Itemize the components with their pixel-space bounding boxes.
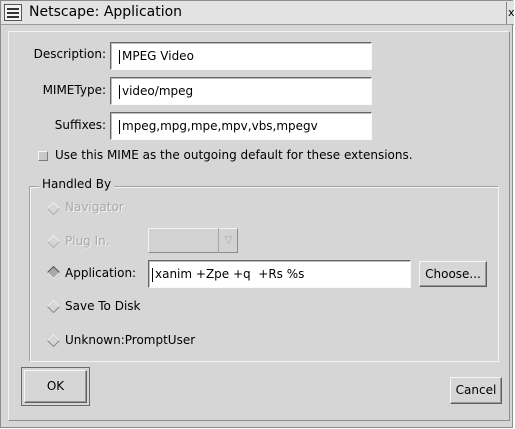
suffixes-value: mpeg,mpg,mpe,mpv,vbs,mpegv — [122, 119, 318, 133]
default-mime-checkbox[interactable] — [38, 151, 48, 161]
window-title: Netscape: Application — [29, 4, 183, 20]
choose-button[interactable]: Choose... — [419, 261, 487, 287]
plugin-radio[interactable] — [47, 235, 60, 248]
text-cursor — [119, 49, 120, 64]
save-to-disk-label: Save To Disk — [65, 299, 141, 313]
application-field[interactable]: xanim +Zpe +q +Rs %s — [148, 260, 411, 288]
title-bar[interactable]: Netscape: Application x — [1, 1, 514, 25]
save-to-disk-radio[interactable] — [47, 300, 60, 313]
text-cursor — [119, 119, 120, 134]
window-menu-icon[interactable] — [4, 4, 22, 21]
text-cursor — [119, 84, 120, 99]
mimetype-label: MIMEType: — [42, 83, 106, 97]
plugin-label: Plug In. — [65, 234, 110, 248]
unknown-prompt-radio[interactable] — [47, 334, 60, 347]
unknown-prompt-label: Unknown:PromptUser — [65, 333, 196, 347]
ok-button[interactable]: OK — [24, 370, 87, 403]
handled-by-title: Handled By — [39, 177, 115, 191]
cancel-button[interactable]: Cancel — [450, 377, 502, 404]
description-value: MPEG Video — [122, 49, 194, 63]
close-button[interactable]: x — [506, 2, 514, 24]
navigator-label: Navigator — [65, 200, 124, 214]
suffixes-label: Suffixes: — [54, 118, 106, 132]
mimetype-field[interactable]: video/mpeg — [110, 77, 372, 105]
application-label: Application: — [65, 266, 137, 280]
dropdown-arrow-icon[interactable]: ▽ — [218, 228, 238, 253]
application-value: xanim +Zpe +q +Rs %s — [155, 267, 305, 281]
default-mime-checkbox-label[interactable]: Use this MIME as the outgoing default fo… — [55, 148, 413, 162]
suffixes-field[interactable]: mpeg,mpg,mpe,mpv,vbs,mpegv — [110, 112, 372, 140]
description-label: Description: — [33, 47, 106, 61]
text-cursor — [152, 267, 153, 282]
mimetype-value: video/mpeg — [122, 84, 194, 98]
application-dialog: Netscape: Application x Description: MPE… — [0, 0, 514, 428]
description-field[interactable]: MPEG Video — [110, 42, 372, 70]
application-radio[interactable] — [47, 266, 60, 279]
navigator-radio[interactable] — [47, 202, 60, 215]
